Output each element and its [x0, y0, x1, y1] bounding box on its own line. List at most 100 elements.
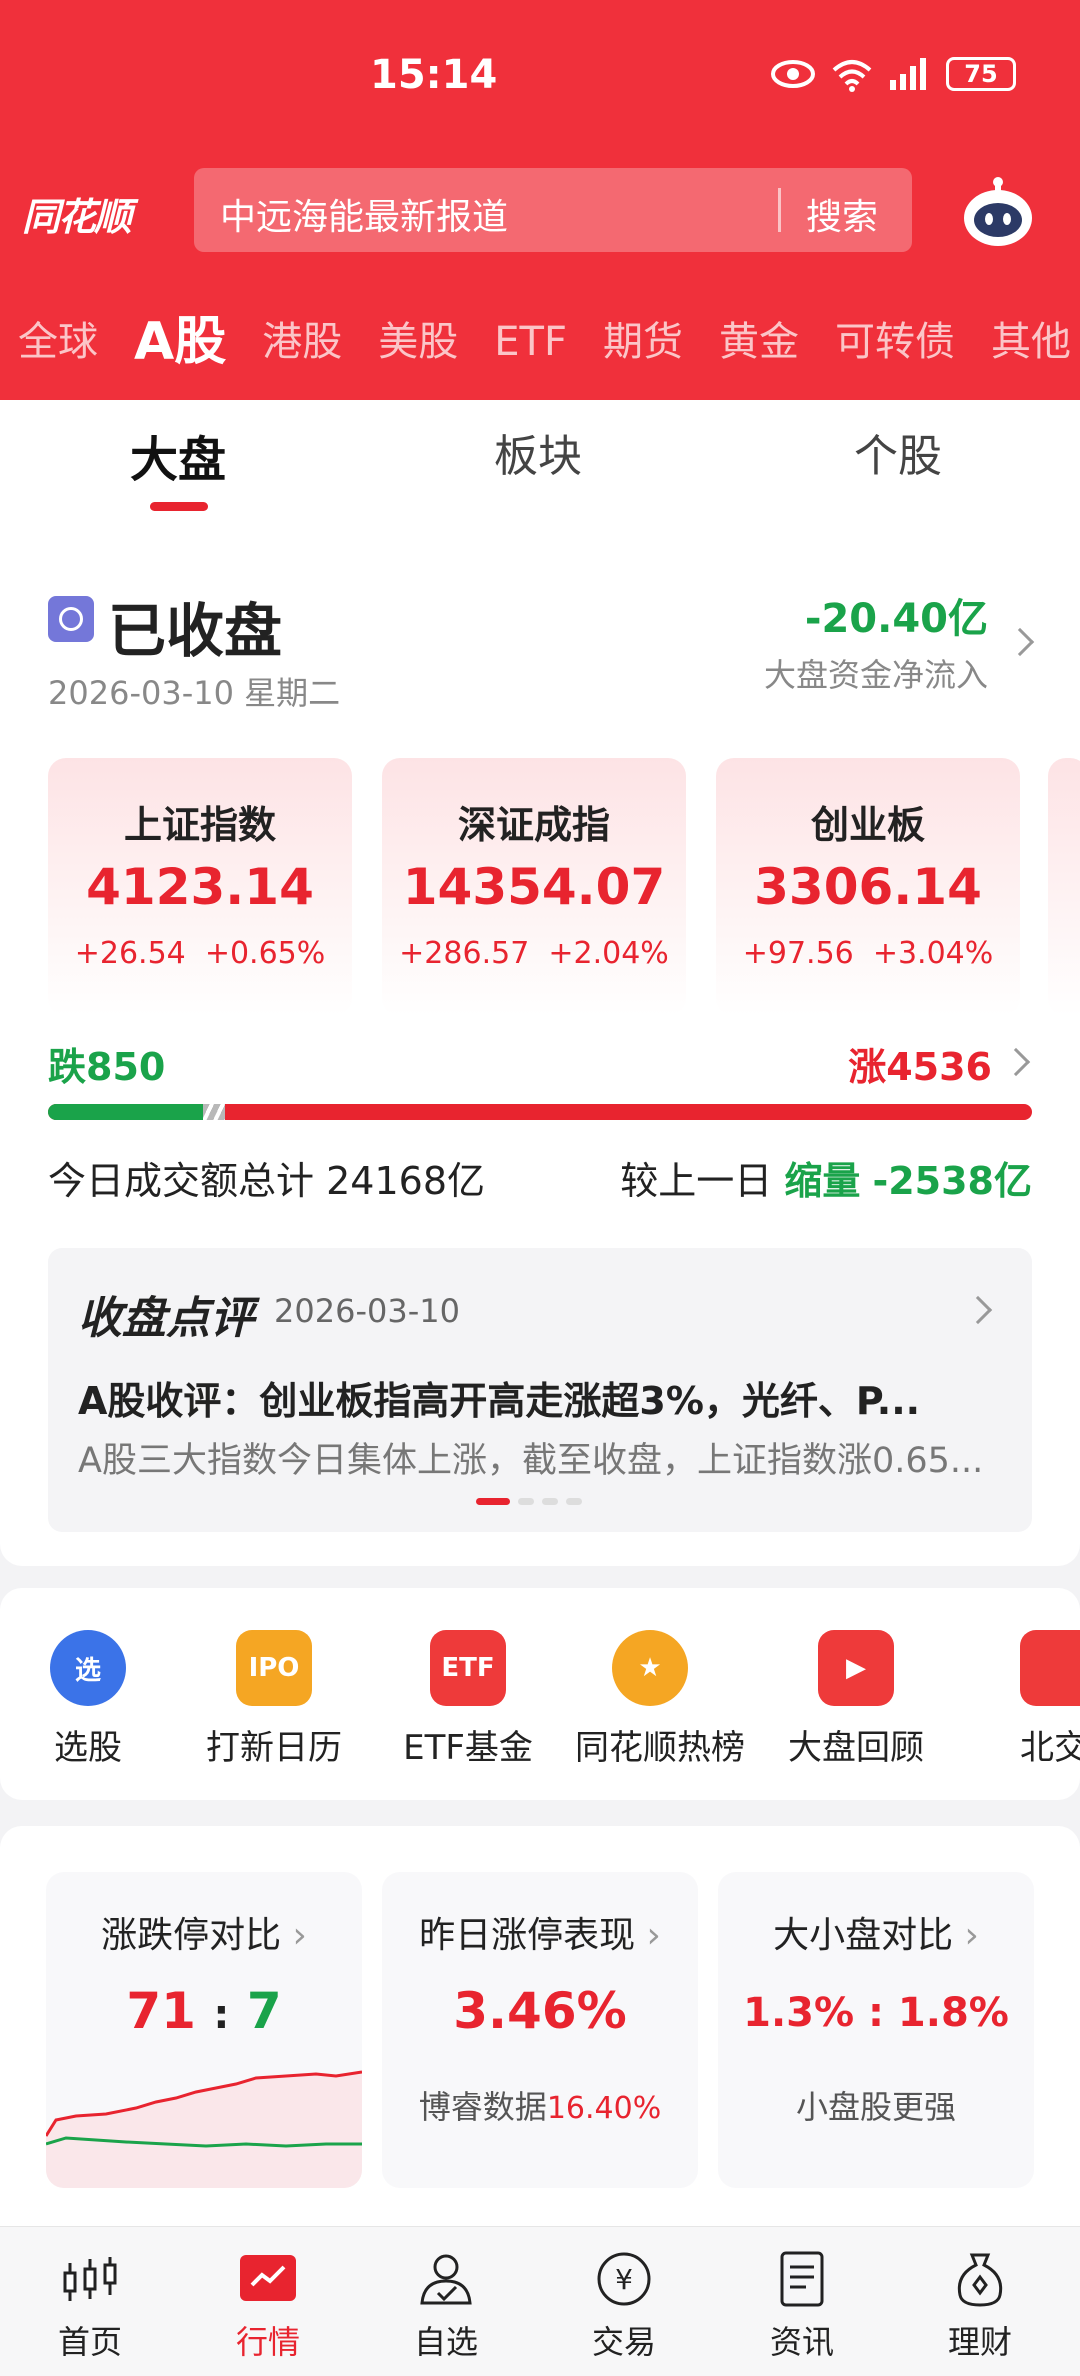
tab-market[interactable]: 大盘: [130, 420, 226, 490]
index-name: 创业板: [810, 803, 925, 847]
tool-hot-list[interactable]: ★ 同花顺热榜: [575, 1630, 745, 1769]
chevron-right-icon[interactable]: [963, 1295, 993, 1325]
market-tab[interactable]: 美股: [378, 308, 458, 376]
compare-value: -2538亿: [872, 1159, 1032, 1203]
market-tab[interactable]: 港股: [262, 308, 342, 376]
tool-label: 大盘回顾: [788, 1728, 924, 1768]
tool-label: 北交: [1020, 1728, 1080, 1768]
tab-sectors[interactable]: 板块: [494, 420, 582, 484]
limit-down-count: 7: [246, 1982, 282, 2040]
search-divider: [778, 188, 781, 232]
stat-sub: 博睿数据16.40%: [382, 2082, 698, 2128]
wifi-icon: [832, 60, 872, 92]
status-time: 15:14: [370, 52, 498, 98]
stat-title-text: 涨跌停对比: [101, 1915, 282, 1956]
index-change: +286.57 +2.04%: [382, 936, 686, 971]
trade-icon: ¥: [597, 2252, 651, 2306]
nav-label: 自选: [413, 2323, 478, 2361]
nav-label: 资讯: [769, 2323, 834, 2361]
index-value: 14354.07: [402, 858, 666, 916]
review-headline[interactable]: A股收评：创业板指高开高走涨超3%，光纤、P...: [78, 1370, 998, 1425]
index-card-shanghai[interactable]: 上证指数 4123.14 +26.54 +0.65%: [48, 758, 352, 1016]
market-tab[interactable]: 可转债: [835, 308, 955, 376]
robot-assistant-icon[interactable]: [960, 174, 1036, 250]
market-date: 2026-03-10 星期二: [48, 674, 341, 712]
stat-title: 大小盘对比 ›: [718, 1906, 1034, 1958]
closing-review-card[interactable]: 收盘点评 2026-03-10 A股收评：创业板指高开高走涨超3%，光纤、P..…: [48, 1248, 1032, 1532]
market-icon: [240, 2255, 296, 2301]
ipo-calendar-icon: IPO: [236, 1630, 312, 1706]
app-logo: 同花顺: [22, 195, 132, 239]
index-change-abs: +97.56: [742, 936, 854, 971]
turnover-label: 今日成交额总计: [48, 1159, 315, 1203]
stat-sub-value: 16.40%: [546, 2091, 662, 2126]
search-placeholder: 中远海能最新报道: [220, 197, 509, 238]
index-card-chinext[interactable]: 创业板 3306.14 +97.56 +3.04%: [716, 758, 1020, 1016]
carousel-dot: [566, 1498, 582, 1505]
tool-ipo-calendar[interactable]: IPO 打新日历: [199, 1630, 349, 1769]
review-summary: A股三大指数今日集体上涨，截至收盘，上证指数涨0.65...: [78, 1441, 984, 1481]
status-icons: 75: [770, 56, 1016, 92]
stat-sub: 小盘股更强: [795, 2088, 956, 2126]
limit-up-count: 71: [126, 1982, 196, 2040]
tool-label: 选股: [54, 1728, 122, 1768]
limit-up-down-card[interactable]: 涨跌停对比 › 71 : 7: [46, 1872, 362, 2188]
review-date: 2026-03-10: [274, 1292, 460, 1330]
stat-title-text: 大小盘对比: [773, 1915, 954, 1956]
market-tabs: 全球 A股 港股 美股 ETF 期货 黄金 可转债 其他: [18, 308, 1080, 376]
market-tab[interactable]: 其他: [991, 308, 1071, 376]
chevron-right-icon: ›: [646, 1915, 661, 1956]
nav-news[interactable]: 资讯: [742, 2249, 862, 2363]
market-tab[interactable]: A股: [134, 308, 226, 376]
market-tab[interactable]: 全球: [18, 308, 98, 376]
app-header: 15:14 75 同花顺 中远海能最新报道 搜索 全球 A股 港股 美股 ETF 期货 黄金…: [0, 0, 1080, 400]
tool-etf-fund[interactable]: ETF ETF基金: [393, 1630, 543, 1769]
search-bar[interactable]: 中远海能最新报道 搜索: [194, 168, 912, 252]
large-small-cap-card[interactable]: 大小盘对比 › 1.3% : 1.8% 小盘股更强: [718, 1872, 1034, 2188]
index-value: 4123.14: [86, 858, 314, 916]
tool-market-review[interactable]: ▶ 大盘回顾: [781, 1630, 931, 1769]
tool-bse[interactable]: 北交: [1020, 1630, 1080, 1769]
ratio-sep: :: [213, 1992, 230, 2038]
battery-indicator: 75: [946, 57, 1016, 91]
news-icon: [780, 2251, 824, 2307]
hot-list-icon: ★: [612, 1630, 688, 1706]
index-name: 深证成指: [457, 803, 610, 847]
nav-label: 行情: [235, 2323, 300, 2361]
carousel-dot: [476, 1498, 510, 1505]
nav-label: 理财: [947, 2323, 1012, 2361]
tool-select-stock[interactable]: 选选股: [13, 1630, 163, 1769]
nav-home[interactable]: 首页: [30, 2249, 150, 2363]
carousel-dot: [518, 1498, 534, 1505]
index-value: 3306.14: [754, 858, 982, 916]
net-flow-value[interactable]: -20.40亿: [805, 586, 988, 644]
tool-label: 打新日历: [206, 1728, 342, 1768]
stat-title: 涨跌停对比 ›: [46, 1906, 362, 1958]
decline-segment: [48, 1104, 204, 1120]
nav-wealth[interactable]: 理财: [920, 2249, 1040, 2363]
index-change-pct: +2.04%: [548, 936, 669, 971]
advance-decline-bar: [48, 1104, 1032, 1120]
index-change: +97.56 +3.04%: [716, 936, 1020, 971]
tool-label: ETF基金: [403, 1728, 533, 1768]
net-flow-label[interactable]: 大盘资金净流入: [764, 650, 988, 696]
nav-trade[interactable]: ¥ 交易: [564, 2249, 684, 2363]
nav-watchlist[interactable]: 自选: [386, 2249, 506, 2363]
index-card-shenzhen[interactable]: 深证成指 14354.07 +286.57 +2.04%: [382, 758, 686, 1016]
yesterday-limit-up-card[interactable]: 昨日涨停表现 › 3.46% 博睿数据16.40%: [382, 1872, 698, 2188]
cellular-signal-icon: [890, 58, 926, 90]
market-tab[interactable]: ETF: [494, 308, 567, 376]
index-change-abs: +286.57: [399, 936, 530, 971]
nav-market[interactable]: 行情: [208, 2249, 328, 2363]
stat-title-text: 昨日涨停表现: [419, 1915, 636, 1956]
market-tab[interactable]: 黄金: [719, 308, 799, 376]
tool-label: 同花顺热榜: [575, 1728, 745, 1768]
index-card-next-peek[interactable]: [1048, 758, 1080, 1016]
market-tab[interactable]: 期货: [603, 308, 683, 376]
index-change-pct: +3.04%: [872, 936, 994, 971]
chevron-right-icon: ›: [964, 1915, 979, 1956]
tab-stocks[interactable]: 个股: [854, 420, 942, 484]
watchlist-icon: [420, 2254, 472, 2305]
carousel-indicator: [476, 1498, 582, 1505]
search-button[interactable]: 搜索: [806, 188, 878, 240]
